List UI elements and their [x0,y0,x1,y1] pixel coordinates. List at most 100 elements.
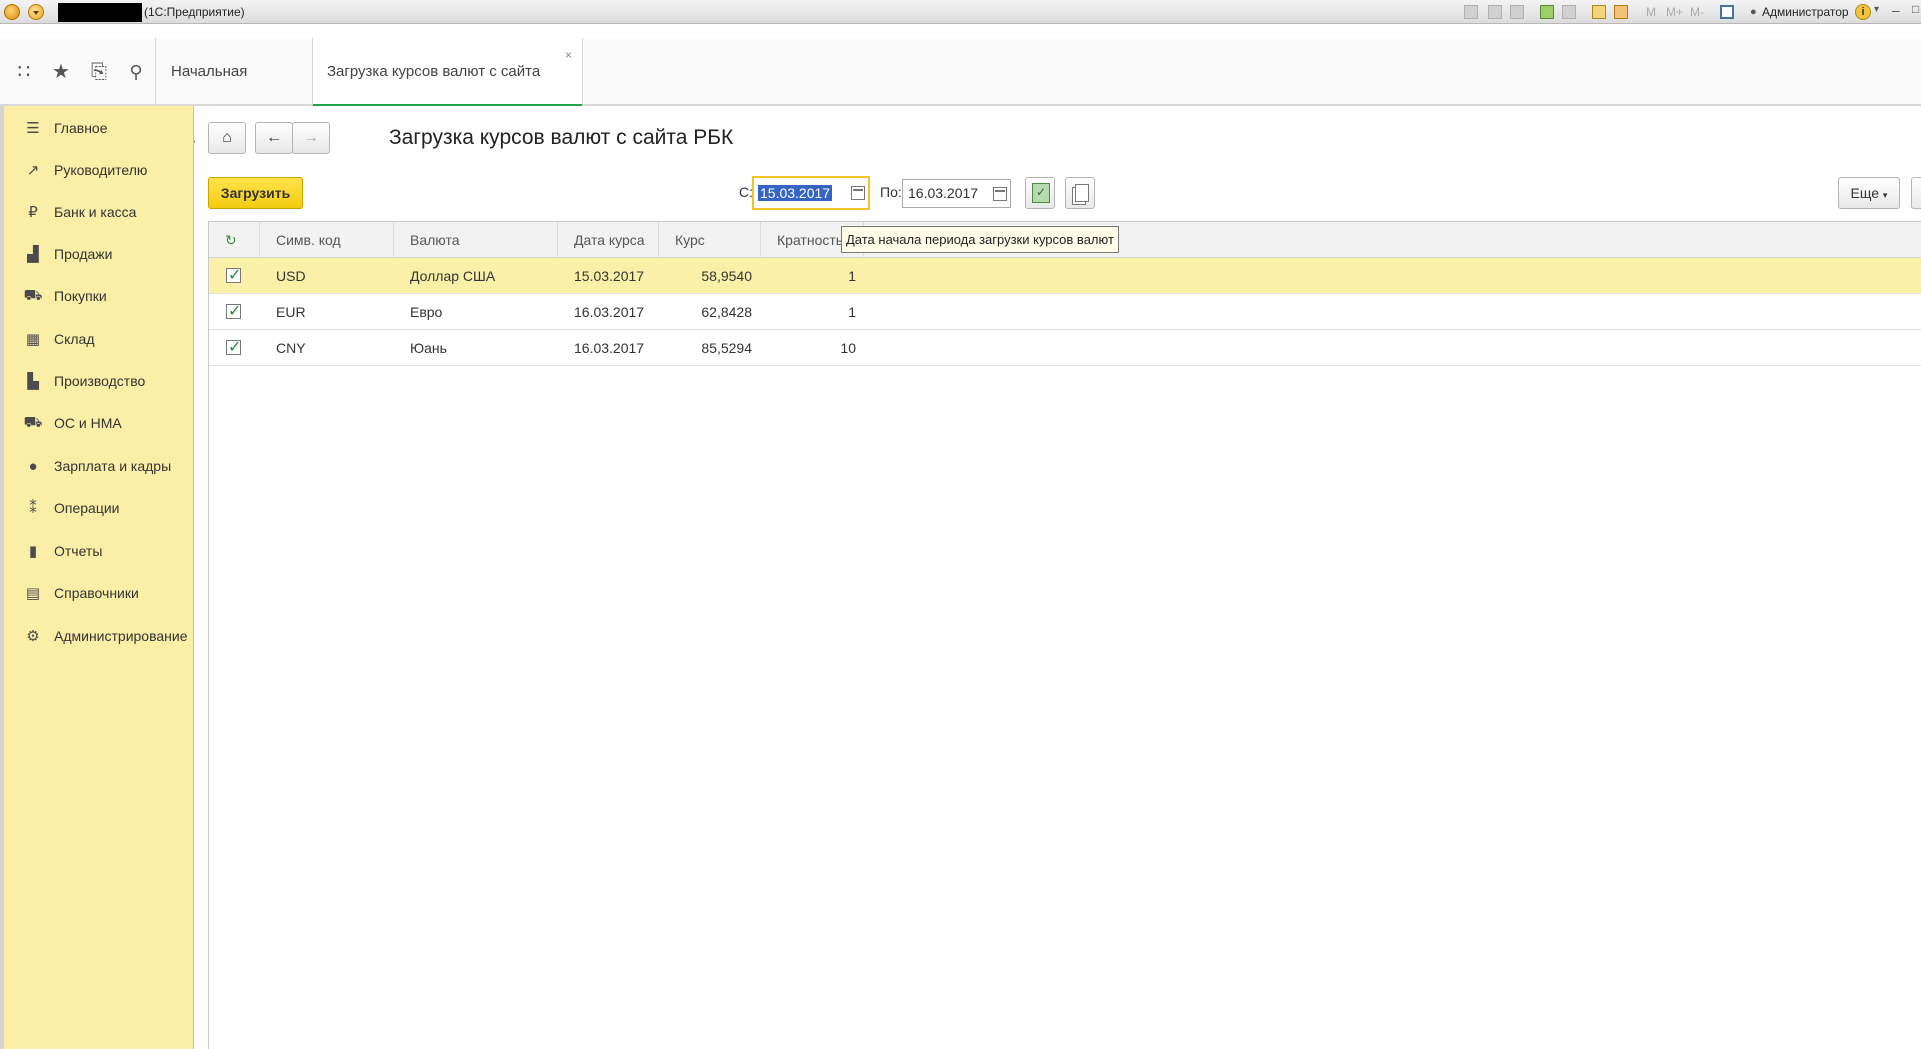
cell-multiplier: 10 [840,340,856,356]
app-menu-icon[interactable] [28,4,44,20]
column-header-code[interactable]: Симв. код [260,222,394,258]
history-icon[interactable]: ⎘ [85,58,113,86]
panels-icon[interactable] [1720,5,1734,19]
table-row[interactable]: CNY Юань 16.03.2017 85,5294 10 [209,330,1921,366]
trend-chart-icon: ↗ [26,162,40,179]
calendar-icon[interactable] [1614,5,1628,19]
sidebar-item-label: Производство [54,373,146,389]
memory-store-button[interactable]: M [1646,5,1656,19]
sidebar-item-manager[interactable]: ↗ Руководителю [8,150,194,190]
column-header-rate[interactable]: Курс [659,222,761,258]
chevron-down-icon[interactable]: ▾ [1874,4,1879,15]
star-icon[interactable]: ★ [47,58,75,86]
extra-button[interactable] [1911,177,1921,209]
sidebar-item-label: Продажи [54,246,113,262]
cell-rate-date: 15.03.2017 [574,268,645,284]
sidebar-item-sales[interactable]: ▟ Продажи [8,234,194,274]
period-to-label: По: [880,184,902,200]
sidebar-item-label: Операции [54,500,120,516]
book-icon: ▤ [25,585,41,602]
copy-button[interactable] [1065,177,1095,209]
person-icon: ● [28,457,38,475]
back-button[interactable]: ← [255,122,293,154]
calendar-icon[interactable] [851,186,865,200]
sidebar-item-production[interactable]: ▙ Производство [8,361,194,401]
tab-home-page[interactable]: Начальная страница [157,38,313,148]
sidebar-item-label: Администрирование [54,628,188,644]
preview-icon[interactable] [1510,5,1524,19]
row-checkbox[interactable] [226,265,241,285]
shopping-bag-icon: ▟ [27,246,39,263]
history-icon[interactable] [1562,5,1576,19]
period-start-tooltip: Дата начала периода загрузки курсов валю… [841,226,1119,253]
home-button[interactable]: ⌂ [208,122,246,154]
tab-currency-rates-loader[interactable]: Загрузка курсов валют с сайта РБК × [313,38,583,148]
window-title: (1С:Предприятие) [144,5,245,19]
truck-icon: ⛟ [23,413,43,431]
calculator-icon[interactable] [1592,5,1606,19]
sidebar-item-label: ОС и НМА [54,415,122,431]
sidebar-item-administration[interactable]: ⚙ Администрирование [8,616,194,656]
apps-grid-icon[interactable]: ∷ [10,58,38,86]
print-icon[interactable] [1488,5,1502,19]
period-to-value[interactable]: 16.03.2017 [908,185,978,201]
sidebar-item-fixed-assets[interactable]: ⛟ ОС и НМА [8,403,194,443]
sidebar-item-label: Склад [54,331,95,347]
window-title-bar: (1С:Предприятие) M M+ M- ● Администратор… [0,0,1921,24]
sidebar-item-purchases[interactable]: ⛟ Покупки [8,276,194,316]
calendar-icon[interactable] [993,187,1007,201]
save-icon[interactable] [1464,5,1478,19]
sidebar-item-reports[interactable]: ▮ Отчеты [8,531,194,571]
sidebar-item-label: Главное [54,120,108,136]
app-logo-icon[interactable] [4,4,20,20]
table-row[interactable]: USD Доллар США 15.03.2017 58,9540 1 [209,258,1921,294]
minimize-icon[interactable]: – [1892,2,1900,18]
row-checkbox[interactable] [226,337,241,357]
info-icon[interactable]: i [1855,4,1871,20]
favorites-icon[interactable] [1540,5,1554,19]
user-name[interactable]: Администратор [1762,5,1849,19]
select-period-button[interactable] [1025,177,1055,209]
cell-code: USD [276,268,306,284]
sidebar-item-operations[interactable]: ⁑ Операции [8,488,194,528]
chevron-down-icon: ▾ [1882,190,1888,200]
cell-multiplier: 1 [848,268,856,284]
sidebar-item-label: Отчеты [54,543,103,559]
tabs-divider [155,38,156,104]
cell-currency: Доллар США [410,268,496,284]
search-icon[interactable]: ⚲ [122,58,150,86]
row-checkbox[interactable] [226,301,241,321]
table-row[interactable]: EUR Евро 16.03.2017 62,8428 1 [209,294,1921,330]
maximize-icon[interactable]: □ [1912,2,1919,16]
sidebar-item-warehouse[interactable]: ▦ Склад [8,319,194,359]
sidebar-item-main[interactable]: ☰ Главное [8,108,194,148]
column-header-currency[interactable]: Валюта [394,222,558,258]
period-from-value[interactable]: 15.03.2017 [758,185,833,201]
sections-sidebar: ☰ Главное ↗ Руководителю ₽ Банк и касса … [0,106,194,1049]
cell-code: CNY [276,340,306,356]
refresh-column-header[interactable]: ↻ [209,222,260,258]
column-header-rate-date[interactable]: Дата курса [558,222,659,258]
home-icon: ⌂ [222,129,232,146]
memory-subtract-button[interactable]: M- [1690,5,1704,19]
sidebar-item-label: Зарплата и кадры [54,458,172,474]
more-button[interactable]: Еще ▾ [1838,177,1900,209]
tabs-bar: ∷ ★ ⎘ ⚲ Начальная страница Загрузка курс… [0,38,1921,148]
close-icon[interactable]: × [565,48,572,62]
sidebar-item-label: Банк и касса [54,204,137,220]
sidebar-item-bank-cash[interactable]: ₽ Банк и касса [8,192,194,232]
load-button[interactable]: Загрузить [208,177,303,209]
currency-rates-table: ↻ Симв. код Валюта Дата курса Курс Кратн… [208,221,1921,1049]
sidebar-item-label: Руководителю [54,162,148,178]
period-to-field[interactable]: 16.03.2017 [902,179,1011,208]
shopping-cart-icon: ⛟ [23,286,43,304]
sidebar-item-label: Покупки [54,288,107,304]
dt-kt-icon: ⁑ [29,500,37,517]
menu-lines-icon: ☰ [26,120,40,137]
more-label: Еще [1850,185,1880,201]
forward-button[interactable]: → [292,122,330,154]
period-from-field[interactable]: 15.03.2017 [752,176,870,210]
sidebar-item-catalogs[interactable]: ▤ Справочники [8,573,194,613]
sidebar-item-payroll[interactable]: ● Зарплата и кадры [8,446,194,486]
memory-add-button[interactable]: M+ [1666,5,1683,19]
